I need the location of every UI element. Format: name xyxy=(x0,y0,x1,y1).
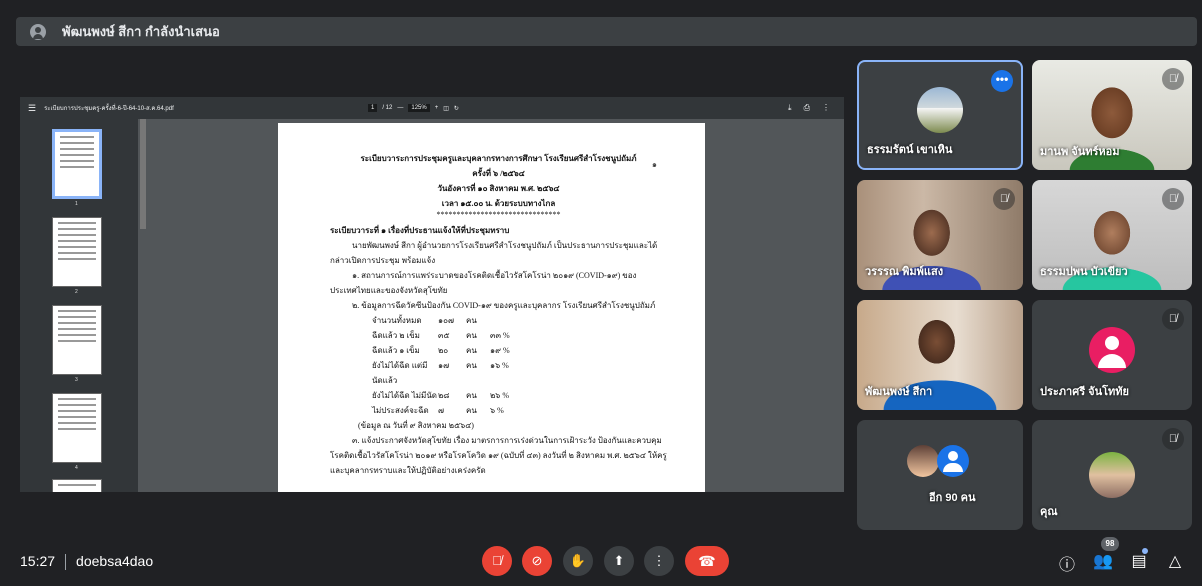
raise-hand-button[interactable]: ✋ xyxy=(563,546,593,576)
participant-name: ประภาศรี จันโททัย xyxy=(1040,386,1129,398)
activities-icon[interactable]: △ xyxy=(1164,551,1186,571)
menu-icon[interactable]: ☰ xyxy=(28,103,36,114)
participant-tile[interactable]: 🎙̸ วรรรณ พิมพ์แสง xyxy=(857,180,1023,290)
vaccine-row: จำนวนทั้งหมด ๑๐๗ คน xyxy=(372,316,477,325)
thumbnail-sidebar: 1 2 3 4 xyxy=(20,119,138,492)
doc-heading: วันอังคารที่ ๑๐ สิงหาคม พ.ศ. ๒๕๖๔ xyxy=(437,184,560,193)
doc-paragraph: ๓. แจ้งประกาศจังหวัดสุโขทัย เรื่อง มาตรก… xyxy=(330,436,667,475)
mic-off-button[interactable]: 🎙̸ xyxy=(482,546,512,576)
thumbnail-page[interactable] xyxy=(52,393,102,463)
meeting-code[interactable]: doebsa4dao xyxy=(76,553,153,569)
zoom-out-icon[interactable]: — xyxy=(397,105,403,111)
avatar xyxy=(917,86,963,133)
agenda-heading: ระเบียบวาระที่ ๑ เรื่องที่ประธานแจ้งให้ท… xyxy=(330,226,510,235)
doc-heading: ระเบียบวาระการประชุมครูและบุคลากรทางการศ… xyxy=(360,154,637,163)
control-bar: 15:27 doebsa4dao 🎙̸ ⊘ ✋ ⬆ ⋮ ☎ ⓘ 👥 98 ▤ △ xyxy=(0,536,1202,586)
vaccine-row: ยังไม่ได้ฉีด ไม่มีนัด ๒๘ คน ๒๖ % xyxy=(372,391,510,400)
participant-name: คุณ xyxy=(1040,506,1058,518)
page-total: / 12 xyxy=(382,105,393,111)
fit-page-icon[interactable]: ◫ xyxy=(443,105,449,112)
participant-tile[interactable]: 🎙̸ มานพ จันทร์หอม xyxy=(1032,60,1192,170)
thumbnail-number: 4 xyxy=(75,465,78,471)
present-screen-button[interactable]: ⬆ xyxy=(604,546,634,576)
thumbnail-page[interactable] xyxy=(52,129,102,199)
participant-name: ธรรมปพน บัวเขียว xyxy=(1040,266,1128,278)
participant-name: มานพ จันทร์หอม xyxy=(1040,146,1120,158)
vaccine-row: ยังไม่ได้ฉีด แต่มีนัดแล้ว ๑๗ คน ๑๖ % xyxy=(372,361,509,385)
mic-off-icon: 🎙̸ xyxy=(993,188,1015,210)
info-icon[interactable]: ⓘ xyxy=(1056,551,1078,575)
thumbnail-number: 2 xyxy=(75,289,78,295)
more-vert-icon[interactable]: ⋮ xyxy=(822,103,830,113)
data-note: (ข้อมูล ณ วันที่ ๙ สิงหาคม ๒๕๖๔) xyxy=(358,421,474,430)
avatar xyxy=(1089,452,1135,498)
vaccine-row: ฉีดแล้ว ๒ เข็ม ๓๕ คน ๓๓ % xyxy=(372,331,510,340)
participant-name: ธรรมรัตน์ เขาเหิน xyxy=(867,144,953,156)
participant-tile[interactable]: 🎙̸ ธรรมปพน บัวเขียว xyxy=(1032,180,1192,290)
participant-tile[interactable]: 🎙̸ ประภาศรี จันโททัย xyxy=(1032,300,1192,410)
presenting-banner: พัฒนพงษ์ สีกา กำลังนำเสนอ xyxy=(16,17,1197,46)
presentation-area: ☰ ระเบียบการประชุมครู-ครั้งที่-6-ปี-64-1… xyxy=(20,97,844,492)
participant-tile[interactable]: 🎙̸ คุณ xyxy=(1032,420,1192,530)
more-options-icon[interactable]: ••• xyxy=(991,70,1013,92)
leave-call-button[interactable]: ☎ xyxy=(685,546,729,576)
chat-icon[interactable]: ▤ xyxy=(1128,551,1150,571)
mic-off-icon: 🎙̸ xyxy=(1162,428,1184,450)
participant-name: พัฒนพงษ์ สีกา xyxy=(865,386,933,398)
doc-separator: ******************************* xyxy=(436,210,561,219)
avatar xyxy=(937,445,969,477)
pdf-toolbar: ☰ ระเบียบการประชุมครู-ครั้งที่-6-ปี-64-1… xyxy=(20,97,844,119)
doc-heading: ครั้งที่ ๖ /๒๕๖๔ xyxy=(472,169,525,178)
thumbnail-page[interactable] xyxy=(52,305,102,375)
user-icon xyxy=(30,23,46,40)
pdf-page: ๑ ระเบียบวาระการประชุมครูและบุคลากรทางกา… xyxy=(278,123,705,492)
thumbnail-number: 1 xyxy=(75,201,78,207)
participant-count-badge: 98 xyxy=(1101,537,1119,551)
thumbnail-number: 3 xyxy=(75,377,78,383)
avatar xyxy=(907,445,939,477)
zoom-level[interactable]: 125% xyxy=(408,104,430,112)
zoom-in-icon[interactable]: + xyxy=(435,105,439,111)
participant-tile[interactable]: อีก 90 คน xyxy=(857,420,1023,530)
rotate-icon[interactable]: ↻ xyxy=(454,105,459,112)
doc-paragraph: นายพัฒนพงษ์ สีกา ผู้อำนวยการโรงเรียนศรีส… xyxy=(330,241,658,265)
chat-notification-dot xyxy=(1142,548,1148,554)
presenting-title: พัฒนพงษ์ สีกา กำลังนำเสนอ xyxy=(62,24,220,39)
mic-off-icon: 🎙̸ xyxy=(1162,188,1184,210)
more-options-button[interactable]: ⋮ xyxy=(644,546,674,576)
mic-off-icon: 🎙̸ xyxy=(1162,308,1184,330)
page-indicator: 1 / 12 — 125% + ◫ ↻ xyxy=(368,104,459,112)
thumbnail-page[interactable] xyxy=(52,217,102,287)
avatar xyxy=(1089,326,1135,373)
thumbnail-scrollbar[interactable] xyxy=(140,119,146,229)
clock-time: 15:27 xyxy=(20,553,56,569)
doc-paragraph: ๒. ข้อมูลการฉีดวัคซีนป้องกัน COVID-๑๙ ขอ… xyxy=(352,301,656,310)
camera-off-button[interactable]: ⊘ xyxy=(522,546,552,576)
page-number: ๑ xyxy=(651,160,657,169)
meeting-info: 15:27 doebsa4dao xyxy=(20,553,153,571)
doc-paragraph: ๑. สถานการณ์การแพร่ระบาดของโรคติดเชื้อไว… xyxy=(330,271,637,295)
participant-tile[interactable]: พัฒนพงษ์ สีกา xyxy=(857,300,1023,410)
page-current[interactable]: 1 xyxy=(368,104,378,112)
participant-name: วรรรณ พิมพ์แสง xyxy=(865,266,944,278)
download-icon[interactable]: ⤓ xyxy=(788,103,792,113)
people-icon[interactable]: 👥 xyxy=(1092,551,1114,571)
thumbnail-page[interactable] xyxy=(52,479,102,492)
print-icon[interactable]: ⎙ xyxy=(804,103,810,113)
participant-name: อีก 90 คน xyxy=(929,492,976,504)
mic-off-icon: 🎙̸ xyxy=(1162,68,1184,90)
doc-heading: เวลา ๑๕.๐๐ น. ด้วยระบบทางไกล xyxy=(441,199,556,208)
vaccine-row: ฉีดแล้ว ๑ เข็ม ๒๐ คน ๑๙ % xyxy=(372,346,510,355)
pdf-filename: ระเบียบการประชุมครู-ครั้งที่-6-ปี-64-10-… xyxy=(44,106,174,112)
participant-tile[interactable]: ••• ธรรมรัตน์ เขาเหิน xyxy=(857,60,1023,170)
vaccine-row: ไม่ประสงค์จะฉีด๗คน๖ % xyxy=(372,406,504,415)
